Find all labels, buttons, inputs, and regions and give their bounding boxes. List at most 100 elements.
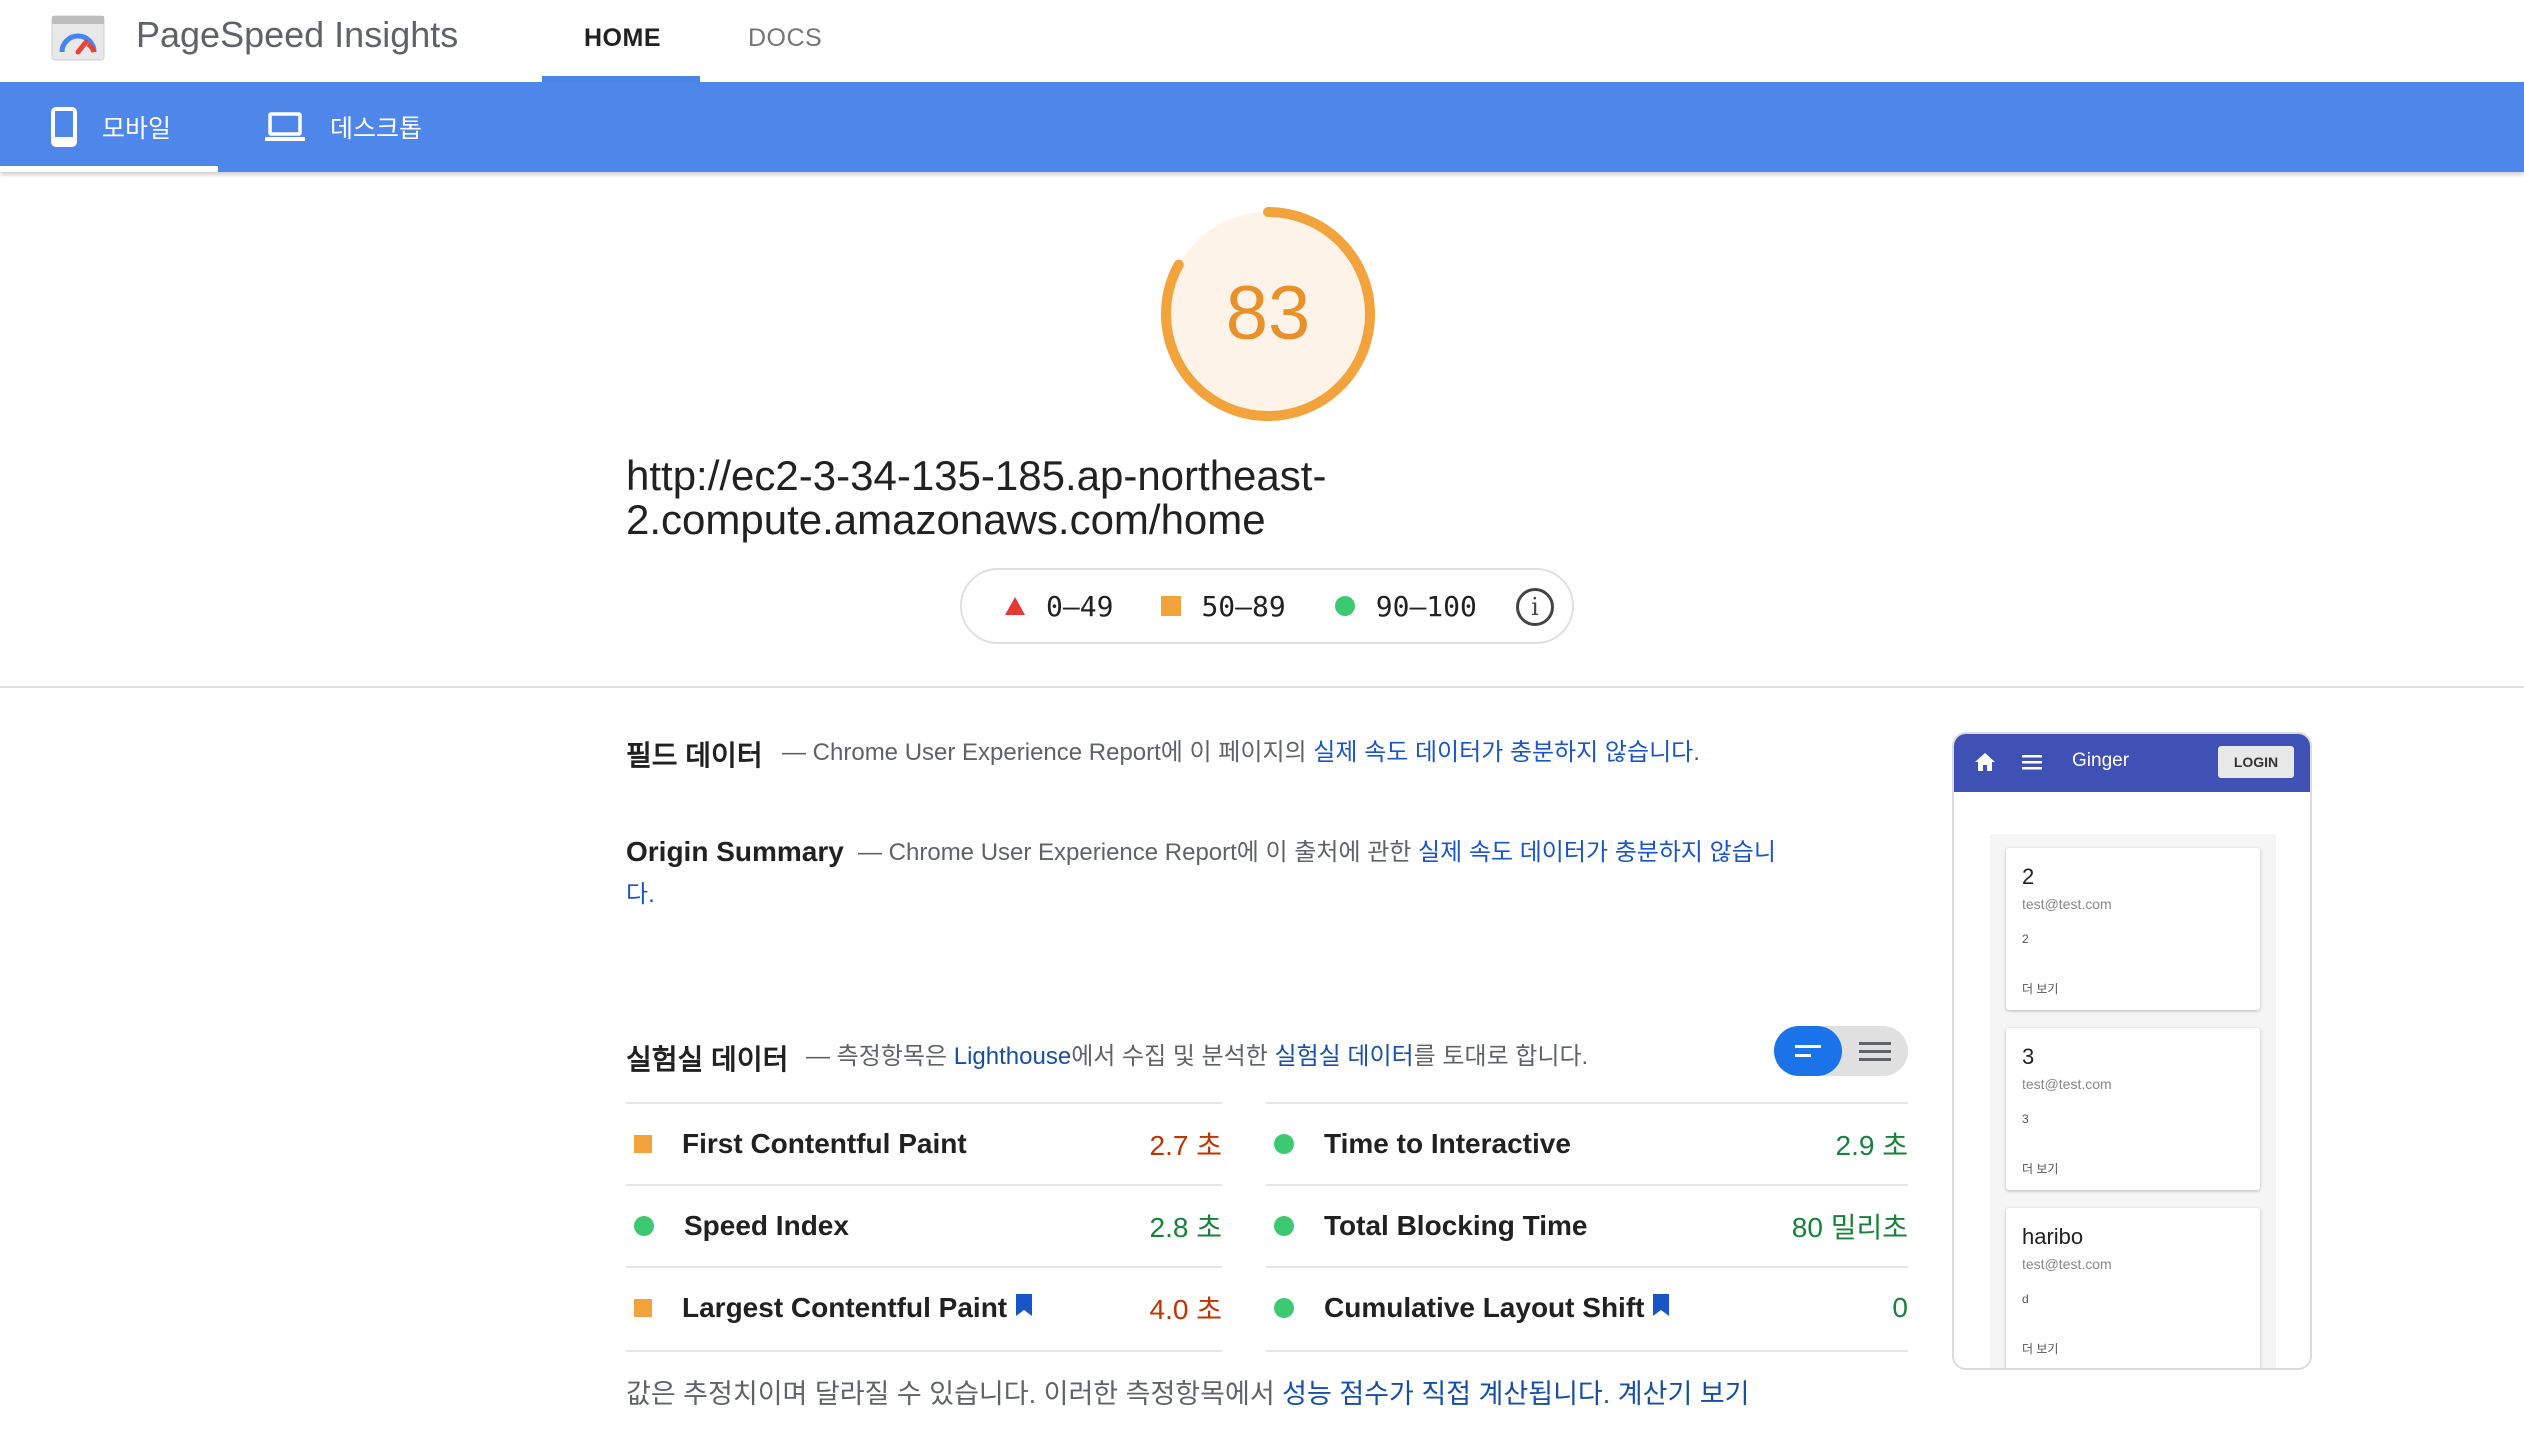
footnote-text: 값은 추정치이며 달라질 수 있습니다. 이러한 측정항목에서 <box>626 1379 1283 1409</box>
metric-name-text: Cumulative Layout Shift <box>1324 1292 1645 1323</box>
thumbnail-app-name: Ginger <box>2072 750 2130 771</box>
thumbnail-card: 2 test@test.com 2 더 보기 <box>2006 848 2260 1010</box>
metric-row: Largest Contentful Paint 4.0 초 <box>626 1266 1222 1348</box>
thumbnail-login-button: LOGIN <box>2218 746 2294 778</box>
green-circle-icon <box>1274 1134 1294 1154</box>
app-title[interactable]: PageSpeed Insights <box>136 14 458 56</box>
performance-score-value: 83 <box>1225 271 1311 356</box>
card-email: test@test.com <box>2022 1076 2112 1092</box>
lab-data-link[interactable]: 실험실 데이터 <box>1275 1043 1414 1070</box>
score-calculation-link[interactable]: 성능 점수가 직접 계산됩니다 <box>1282 1379 1603 1409</box>
metric-view-toggle[interactable] <box>1774 1026 1908 1076</box>
field-data-desc-text: — Chrome User Experience Report에 이 페이지의 <box>782 739 1314 766</box>
lab-desc-text-1: — 측정항목은 <box>806 1043 954 1070</box>
lighthouse-link[interactable]: Lighthouse <box>954 1043 1071 1070</box>
orange-square-icon <box>634 1135 652 1153</box>
card-name: haribo <box>2022 1224 2084 1249</box>
top-header: PageSpeed Insights HOME DOCS <box>0 0 2524 82</box>
metric-row: Total Blocking Time 80 밀리초 <box>1266 1184 1908 1266</box>
section-divider <box>0 686 2524 688</box>
compact-view-icon[interactable] <box>1774 1026 1842 1076</box>
red-triangle-icon <box>1004 596 1026 616</box>
legend-fail-range: 0–49 <box>1046 589 1114 623</box>
green-circle-icon <box>634 1216 654 1236</box>
green-circle-icon <box>1274 1216 1294 1236</box>
metric-value: 80 밀리초 <box>1791 1212 1908 1243</box>
origin-summary-title: Origin Summary <box>626 836 844 867</box>
orange-square-icon <box>634 1299 652 1317</box>
origin-summary-link-cont[interactable]: 다 <box>626 881 648 908</box>
legend-pass: 90–100 <box>1334 590 1477 623</box>
card-body: 3 <box>2022 1112 2029 1126</box>
analyzed-url: http://ec2-3-34-135-185.ap-northeast-2.c… <box>626 452 1327 543</box>
device-tab-bar: 모바일 데스크톱 <box>0 82 2524 172</box>
metric-name-text: Total Blocking Time <box>1324 1210 1588 1241</box>
page-screenshot-thumbnail: Ginger LOGIN 2 test@test.com 2 더 보기 3 te… <box>1952 732 2312 1370</box>
mobile-phone-icon <box>50 107 78 147</box>
origin-summary-desc-cont: 다. <box>626 874 655 916</box>
legend-fail: 0–49 <box>1004 590 1113 623</box>
card-more: 더 보기 <box>2022 1162 2059 1176</box>
orange-square-icon <box>1161 596 1182 616</box>
card-body: d <box>2022 1292 2029 1306</box>
legend-pass-range: 90–100 <box>1375 589 1477 623</box>
metrics-bottom-rule <box>626 1350 1222 1352</box>
field-data-link[interactable]: 실제 속도 데이터가 충분하지 않습니다 <box>1313 739 1693 766</box>
bookmark-icon <box>1652 1292 1670 1324</box>
thumbnail-app-bar: Ginger LOGIN <box>1954 734 2310 792</box>
metric-name: Total Blocking Time <box>1324 1210 1792 1242</box>
calculator-link[interactable]: 계산기 보기 <box>1618 1379 1750 1409</box>
lab-desc-text-3: 를 토대로 합니다. <box>1413 1043 1589 1070</box>
card-name: 2 <box>2022 864 2035 889</box>
metric-row: Cumulative Layout Shift 0 <box>1266 1266 1908 1348</box>
metric-row: Time to Interactive 2.9 초 <box>1266 1102 1908 1184</box>
metric-value: 2.7 초 <box>1149 1130 1222 1161</box>
metric-name: Time to Interactive <box>1324 1128 1836 1160</box>
lab-data-title: 실험실 데이터 <box>626 1044 789 1075</box>
metrics-bottom-rule <box>1266 1350 1908 1352</box>
origin-summary-link[interactable]: 실제 속도 데이터가 충분하지 않습니 <box>1418 839 1776 866</box>
metric-name-text: First Contentful Paint <box>682 1128 967 1159</box>
metric-name: Cumulative Layout Shift <box>1324 1292 1892 1324</box>
metric-name-text: Largest Contentful Paint <box>682 1292 1008 1323</box>
metric-value: 2.9 초 <box>1835 1130 1908 1161</box>
lab-desc-text-2: 에서 수집 및 분석한 <box>1071 1043 1275 1070</box>
legend-average-range: 50–89 <box>1201 589 1286 623</box>
thumbnail-card-list: 2 test@test.com 2 더 보기 3 test@test.com 3… <box>1990 834 2276 1368</box>
metric-value: 2.8 초 <box>1149 1212 1222 1243</box>
laptop-icon <box>264 111 306 143</box>
metric-value: 0 <box>1892 1292 1908 1323</box>
estimate-footnote: 값은 추정치이며 달라질 수 있습니다. 이러한 측정항목에서 성능 점수가 직… <box>626 1372 1749 1411</box>
expanded-view-icon[interactable] <box>1842 1026 1908 1076</box>
green-circle-icon <box>1334 595 1356 617</box>
nav-docs-tab[interactable]: DOCS <box>748 24 822 53</box>
score-legend: 0–49 50–89 90–100 i <box>960 568 1574 644</box>
bookmark-icon <box>1015 1292 1033 1324</box>
card-body: 2 <box>2022 932 2029 946</box>
menu-icon <box>2022 754 2042 775</box>
metric-row: Speed Index 2.8 초 <box>626 1184 1222 1266</box>
card-name: 3 <box>2022 1044 2035 1069</box>
card-email: test@test.com <box>2022 1256 2112 1272</box>
metric-name: Speed Index <box>684 1210 1150 1242</box>
footnote-separator: . <box>1602 1379 1618 1409</box>
card-more: 더 보기 <box>2022 982 2059 996</box>
origin-summary-description: — Chrome User Experience Report에 이 출처에 관… <box>858 832 1778 874</box>
tab-mobile[interactable]: 모바일 <box>50 82 171 172</box>
legend-average: 50–89 <box>1161 589 1286 623</box>
pagespeed-logo-icon[interactable] <box>50 14 106 62</box>
metric-name: Largest Contentful Paint <box>682 1292 1150 1324</box>
green-circle-icon <box>1274 1298 1294 1318</box>
card-more: 더 보기 <box>2022 1342 2059 1356</box>
thumbnail-card: 3 test@test.com 3 더 보기 <box>2006 1028 2260 1190</box>
lab-data-description: — 측정항목은 Lighthouse에서 수집 및 분석한 실험실 데이터를 토… <box>806 1036 1766 1078</box>
nav-home-tab[interactable]: HOME <box>584 24 661 53</box>
metric-name: First Contentful Paint <box>682 1128 1150 1160</box>
tab-desktop[interactable]: 데스크톱 <box>264 82 422 172</box>
metric-name-text: Time to Interactive <box>1324 1128 1571 1159</box>
metric-value: 4.0 초 <box>1149 1294 1222 1325</box>
tab-mobile-label: 모바일 <box>102 115 172 143</box>
metric-row: First Contentful Paint 2.7 초 <box>626 1102 1222 1184</box>
thumbnail-card: haribo test@test.com d 더 보기 <box>2006 1208 2260 1368</box>
info-icon[interactable]: i <box>1516 588 1554 626</box>
